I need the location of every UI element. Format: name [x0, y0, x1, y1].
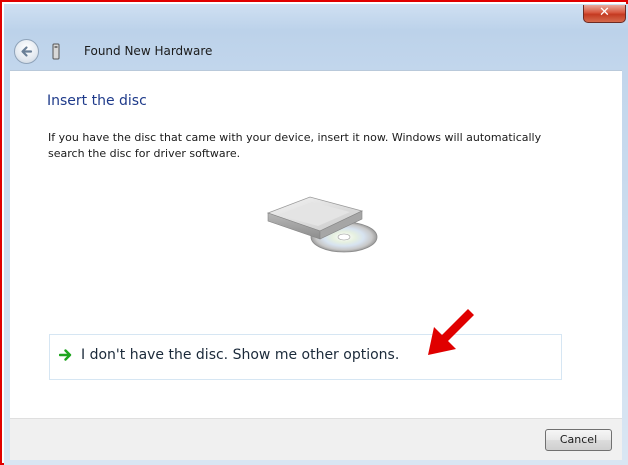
back-arrow-icon [21, 46, 33, 57]
close-button[interactable]: ✕ [583, 5, 626, 23]
screenshot-frame: ✕ Found New Hardware Insert the disc If … [0, 0, 628, 465]
option-label: I don't have the disc. Show me other opt… [81, 347, 400, 363]
window-border-bottom [4, 460, 628, 465]
hardware-device-icon [52, 43, 60, 60]
cancel-button[interactable]: Cancel [545, 429, 612, 451]
instruction-text: If you have the disc that came with your… [48, 131, 542, 160]
green-arrow-icon [59, 349, 72, 361]
window-border-right [622, 70, 628, 460]
page-heading: Insert the disc [47, 93, 147, 109]
no-disc-options-link[interactable]: I don't have the disc. Show me other opt… [49, 334, 562, 380]
back-button[interactable] [14, 39, 39, 64]
wizard-content: Insert the disc If you have the disc tha… [10, 70, 622, 418]
optical-drive-icon [266, 196, 378, 253]
window-title: Found New Hardware [84, 44, 213, 58]
wizard-footer: Cancel [10, 418, 622, 460]
red-pointer-arrow-icon [428, 309, 474, 355]
title-bar: ✕ Found New Hardware [4, 4, 628, 70]
